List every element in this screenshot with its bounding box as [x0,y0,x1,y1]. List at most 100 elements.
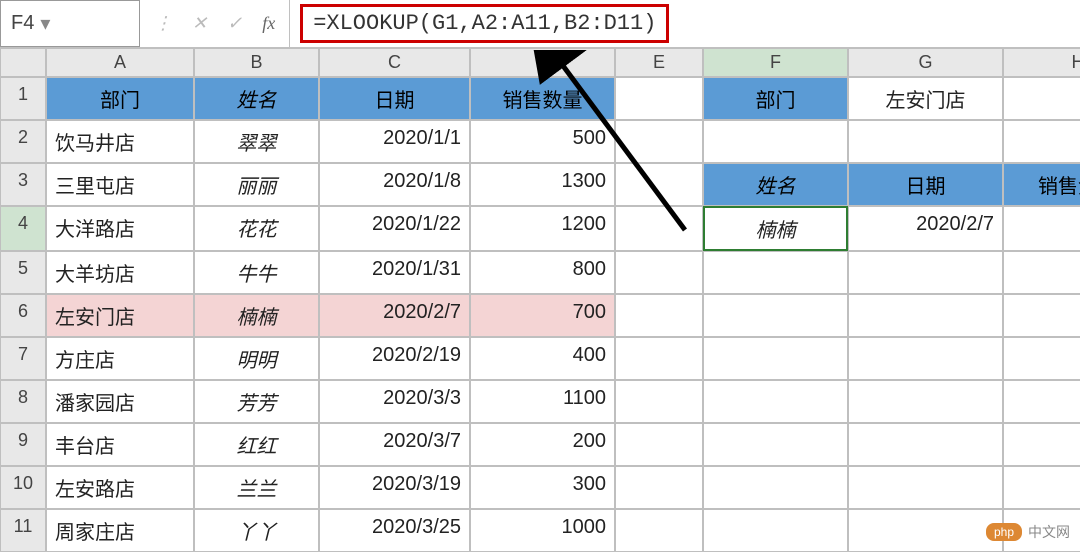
cell-E4[interactable] [615,206,703,251]
col-header-E[interactable]: E [615,48,703,77]
cancel-icon[interactable]: ✕ [192,13,207,34]
col-header-G[interactable]: G [848,48,1003,77]
cell-H6[interactable] [1003,294,1080,337]
cell-C6[interactable]: 2020/2/7 [319,294,470,337]
row-header-5[interactable]: 5 [0,251,46,294]
col-header-D[interactable]: D [470,48,615,77]
cell-D5[interactable]: 800 [470,251,615,294]
cell-F1[interactable]: 部门 [703,77,848,120]
cell-E2[interactable] [615,120,703,163]
cell-B11[interactable]: 丫丫 [194,509,319,552]
cell-C2[interactable]: 2020/1/1 [319,120,470,163]
cell-F4[interactable]: 楠楠 [703,206,848,251]
cell-B8[interactable]: 芳芳 [194,380,319,423]
row-header-1[interactable]: 1 [0,77,46,120]
row-header-7[interactable]: 7 [0,337,46,380]
col-header-A[interactable]: A [46,48,194,77]
col-header-F[interactable]: F [703,48,848,77]
cell-H10[interactable] [1003,466,1080,509]
cell-G10[interactable] [848,466,1003,509]
col-header-C[interactable]: C [319,48,470,77]
cell-C8[interactable]: 2020/3/3 [319,380,470,423]
cell-E10[interactable] [615,466,703,509]
cell-G9[interactable] [848,423,1003,466]
cell-D1[interactable]: 销售数量 [470,77,615,120]
cell-A8[interactable]: 潘家园店 [46,380,194,423]
row-header-8[interactable]: 8 [0,380,46,423]
cell-E9[interactable] [615,423,703,466]
row-header-11[interactable]: 11 [0,509,46,552]
cell-D9[interactable]: 200 [470,423,615,466]
cell-B3[interactable]: 丽丽 [194,163,319,206]
cell-F8[interactable] [703,380,848,423]
cell-A11[interactable]: 周家庄店 [46,509,194,552]
cell-G4[interactable]: 2020/2/7 [848,206,1003,251]
row-header-6[interactable]: 6 [0,294,46,337]
cell-D6[interactable]: 700 [470,294,615,337]
cell-H4[interactable]: 700 [1003,206,1080,251]
cell-A1[interactable]: 部门 [46,77,194,120]
cell-E11[interactable] [615,509,703,552]
cell-E3[interactable] [615,163,703,206]
cell-B2[interactable]: 翠翠 [194,120,319,163]
cell-E1[interactable] [615,77,703,120]
cell-C5[interactable]: 2020/1/31 [319,251,470,294]
cell-B7[interactable]: 明明 [194,337,319,380]
row-header-9[interactable]: 9 [0,423,46,466]
cell-B9[interactable]: 红红 [194,423,319,466]
cell-D10[interactable]: 300 [470,466,615,509]
cell-F3[interactable]: 姓名 [703,163,848,206]
cell-B1[interactable]: 姓名 [194,77,319,120]
cell-C11[interactable]: 2020/3/25 [319,509,470,552]
cell-H9[interactable] [1003,423,1080,466]
cell-F7[interactable] [703,337,848,380]
row-header-4[interactable]: 4 [0,206,46,251]
cell-G8[interactable] [848,380,1003,423]
cell-D2[interactable]: 500 [470,120,615,163]
formula-input[interactable]: =XLOOKUP(G1,A2:A11,B2:D11) [290,0,1080,47]
cell-E7[interactable] [615,337,703,380]
cell-E8[interactable] [615,380,703,423]
cell-C4[interactable]: 2020/1/22 [319,206,470,251]
cell-A4[interactable]: 大洋路店 [46,206,194,251]
cell-G3[interactable]: 日期 [848,163,1003,206]
cell-A5[interactable]: 大羊坊店 [46,251,194,294]
select-all-corner[interactable] [0,48,46,77]
cell-G2[interactable] [848,120,1003,163]
cell-E5[interactable] [615,251,703,294]
cell-D7[interactable]: 400 [470,337,615,380]
cell-C3[interactable]: 2020/1/8 [319,163,470,206]
cell-B6[interactable]: 楠楠 [194,294,319,337]
cell-E6[interactable] [615,294,703,337]
cell-G6[interactable] [848,294,1003,337]
cell-B10[interactable]: 兰兰 [194,466,319,509]
name-box-dropdown-icon[interactable]: ▾ [34,11,56,36]
spreadsheet-grid[interactable]: A B C D E F G H 1 部门 姓名 日期 销售数量 部门 左安门店 … [0,48,1080,552]
cell-A2[interactable]: 饮马井店 [46,120,194,163]
cell-C7[interactable]: 2020/2/19 [319,337,470,380]
cell-G1[interactable]: 左安门店 [848,77,1003,120]
cell-C9[interactable]: 2020/3/7 [319,423,470,466]
confirm-icon[interactable]: ✓ [227,13,242,34]
cell-D3[interactable]: 1300 [470,163,615,206]
cell-H7[interactable] [1003,337,1080,380]
cell-H2[interactable] [1003,120,1080,163]
cell-G5[interactable] [848,251,1003,294]
fx-icon[interactable]: fx [262,13,275,34]
cell-D4[interactable]: 1200 [470,206,615,251]
cell-F6[interactable] [703,294,848,337]
cell-C10[interactable]: 2020/3/19 [319,466,470,509]
cell-G11[interactable] [848,509,1003,552]
col-header-H[interactable]: H [1003,48,1080,77]
cell-B4[interactable]: 花花 [194,206,319,251]
row-header-2[interactable]: 2 [0,120,46,163]
cell-A10[interactable]: 左安路店 [46,466,194,509]
cell-C1[interactable]: 日期 [319,77,470,120]
row-header-3[interactable]: 3 [0,163,46,206]
col-header-B[interactable]: B [194,48,319,77]
cell-F10[interactable] [703,466,848,509]
cell-H5[interactable] [1003,251,1080,294]
cell-F9[interactable] [703,423,848,466]
cell-H8[interactable] [1003,380,1080,423]
cell-D8[interactable]: 1100 [470,380,615,423]
